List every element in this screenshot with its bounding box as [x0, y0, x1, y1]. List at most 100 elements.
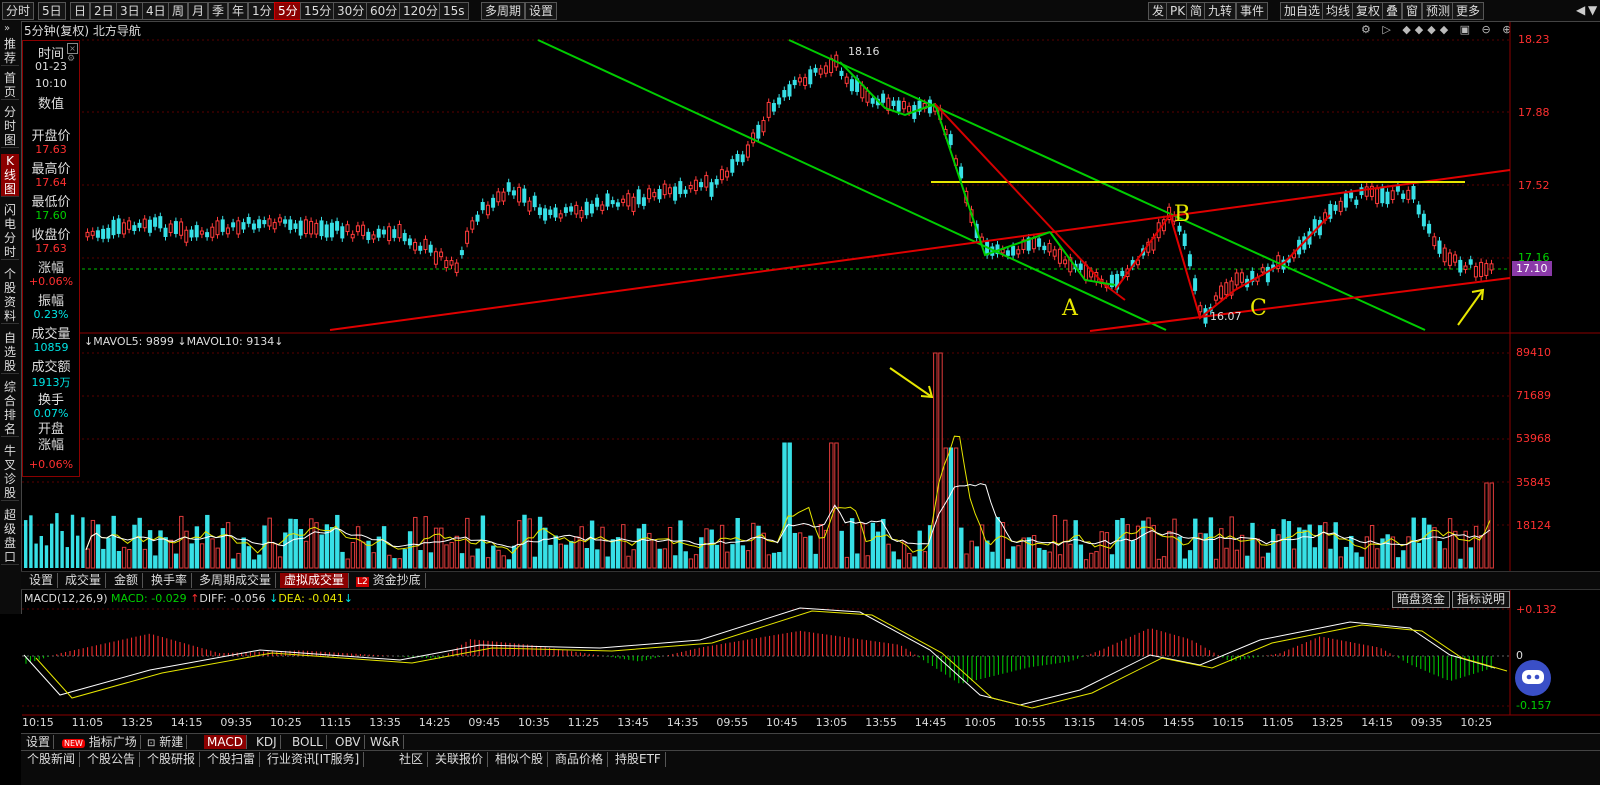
change-value: +0.06%	[28, 275, 74, 288]
time-tick-6: 11:15	[319, 716, 352, 729]
dea-value: DEA: -0.041	[278, 592, 344, 605]
news-tab-2[interactable]: 个股研报	[143, 752, 201, 767]
time-tick-20: 10:55	[1014, 716, 1046, 729]
news-tab-8[interactable]: 商品价格	[551, 752, 609, 767]
time-tick-22: 14:05	[1113, 716, 1145, 729]
time-tick-28: 09:35	[1410, 716, 1443, 729]
low-label-info: 最低价	[31, 195, 71, 210]
news-tab-9[interactable]: 持股ETF	[611, 752, 666, 767]
time-tick-10: 10:35	[518, 716, 550, 729]
volume-label: 成交量	[31, 327, 71, 342]
last-price-tag: 17.10	[1516, 262, 1548, 275]
close-label: 收盘价	[31, 228, 71, 243]
time-tick-11: 11:25	[567, 716, 600, 729]
news-tab-4[interactable]: 行业资讯[IT服务]	[263, 752, 365, 767]
indicator-tab-macd[interactable]: MACD	[204, 735, 247, 749]
trend-line-red-1	[329, 169, 1511, 331]
time-tick-3: 14:15	[170, 716, 203, 729]
indicator-settings[interactable]: 设置	[23, 735, 55, 749]
indicator-new[interactable]: ⊡ 新建	[144, 735, 188, 749]
time-tick-0: 10:15	[22, 716, 54, 729]
open-change-label: 开盘涨幅	[37, 422, 64, 453]
volume-axis-1: 89410	[1516, 346, 1551, 359]
volume-axis-4: 35845	[1516, 476, 1551, 489]
news-tab-5[interactable]: 社区	[395, 752, 429, 767]
date-value: 01-23	[35, 60, 67, 73]
news-tabs: 个股新闻 个股公告 个股研报 个股扫雷 行业资讯[IT服务] 社区 关联报价 相似个股 商品价格…	[21, 750, 1600, 785]
trend-line-red-2	[1089, 277, 1511, 332]
low-label: 16.07	[1210, 310, 1242, 323]
news-tab-0[interactable]: 个股新闻	[23, 752, 81, 767]
amplitude-label: 振幅	[37, 294, 64, 309]
vol-tab-bottom-fishing[interactable]: L2 资金抄底	[352, 573, 426, 588]
macd-value: MACD: -0.029	[111, 592, 187, 605]
turnover-label: 换手	[37, 393, 64, 408]
volume-value: 10859	[33, 341, 69, 354]
macd-axis-zero: 0	[1516, 649, 1523, 662]
high-label-info: 最高价	[31, 162, 71, 177]
close-value: 17.63	[35, 242, 67, 255]
indicator-tab-obv[interactable]: OBV	[332, 735, 365, 749]
time-tick-8: 14:25	[418, 716, 451, 729]
vol-tab-virtual[interactable]: 虚拟成交量	[280, 573, 350, 588]
volume-axis-2: 71689	[1516, 389, 1551, 402]
news-tab-3[interactable]: 个股扫雷	[203, 752, 261, 767]
vol-tab-amount[interactable]: 金额	[110, 573, 144, 588]
wave-label-b: B	[1174, 202, 1191, 227]
time-tick-5: 10:25	[270, 716, 302, 729]
indicator-tab-boll[interactable]: BOLL	[289, 735, 327, 749]
time-tick-25: 11:05	[1262, 716, 1294, 729]
amount-value: 1913万	[31, 376, 71, 389]
indicator-tab-wr[interactable]: W&R	[367, 735, 404, 749]
vol-tab-multiperiod[interactable]: 多周期成交量	[195, 573, 277, 588]
time-tick-1: 11:05	[71, 716, 104, 729]
time-tick-24: 10:15	[1212, 716, 1245, 729]
macd-name: MACD(12,26,9)	[24, 592, 108, 605]
volume-indicator-tabs: 设置 成交量 金额 换手率 多周期成交量 虚拟成交量 L2 资金抄底	[21, 571, 1600, 590]
time-value: 10:10	[35, 77, 67, 90]
news-tab-1[interactable]: 个股公告	[83, 752, 141, 767]
time-tick-15: 10:45	[766, 716, 798, 729]
open-change-value: +0.06%	[28, 458, 74, 471]
volume-axis-3: 53968	[1516, 432, 1551, 445]
indicator-help-button[interactable]: 指标说明	[1452, 591, 1511, 608]
time-tick-12: 13:45	[617, 716, 649, 729]
time-tick-13: 14:35	[666, 716, 699, 729]
diff-value: DIFF: -0.056	[199, 592, 266, 605]
time-tick-23: 14:55	[1162, 716, 1195, 729]
change-label: 涨幅	[37, 261, 64, 276]
time-axis: 10:15 11:05 13:25 14:15 09:35 10:25 11:15 13:35…	[22, 716, 1510, 732]
robot-small-icon: ⊡	[147, 738, 156, 749]
kline-chart-svg[interactable]	[0, 0, 1600, 784]
vol-tab-turnover[interactable]: 换手率	[147, 573, 193, 588]
time-tick-7: 13:35	[369, 716, 401, 729]
time-tick-2: 13:25	[121, 716, 153, 729]
high-value: 17.64	[35, 176, 67, 189]
macd-axis-top: +0.132	[1516, 603, 1557, 616]
indicator-tab-kdj[interactable]: KDJ	[253, 735, 281, 749]
time-tick-27: 14:15	[1361, 716, 1393, 729]
high-label: 18.16	[848, 45, 880, 58]
price-axis-3: 17.52	[1518, 179, 1550, 192]
vol-tab-settings[interactable]: 设置	[25, 573, 59, 588]
news-tab-7[interactable]: 相似个股	[491, 752, 549, 767]
time-tick-4: 09:35	[220, 716, 253, 729]
data-window: × ⚙ 时间 01-23 10:10 数值 开盘价 17.63 最高价 17.6…	[22, 40, 80, 477]
mavol5-label: MAVOL5: 9899	[93, 335, 174, 348]
volume-axis-5: 18124	[1516, 519, 1551, 532]
price-axis-2: 17.88	[1518, 106, 1550, 119]
time-tick-29: 10:25	[1460, 716, 1493, 729]
dark-pool-button[interactable]: 暗盘资金	[1392, 591, 1451, 608]
indicator-plaza[interactable]: NEW 指标广场	[59, 735, 141, 749]
vol-tab-volume[interactable]: 成交量	[61, 573, 107, 588]
time-tick-17: 13:55	[865, 716, 897, 729]
time-tick-19: 10:05	[964, 716, 997, 729]
news-tab-6[interactable]: 关联报价	[431, 752, 489, 767]
wave-label-c: C	[1250, 296, 1267, 321]
amount-label: 成交额	[31, 360, 71, 375]
macd-legend: MACD(12,26,9) MACD: -0.029 ↑DIFF: -0.056…	[24, 592, 353, 605]
time-tick-14: 09:55	[716, 716, 749, 729]
macd-axis-bottom: -0.157	[1516, 699, 1552, 712]
price-axis-1: 18.23	[1518, 33, 1550, 46]
volume-legend: ↓MAVOL5: 9899 ↓MAVOL10: 9134↓	[84, 335, 284, 348]
